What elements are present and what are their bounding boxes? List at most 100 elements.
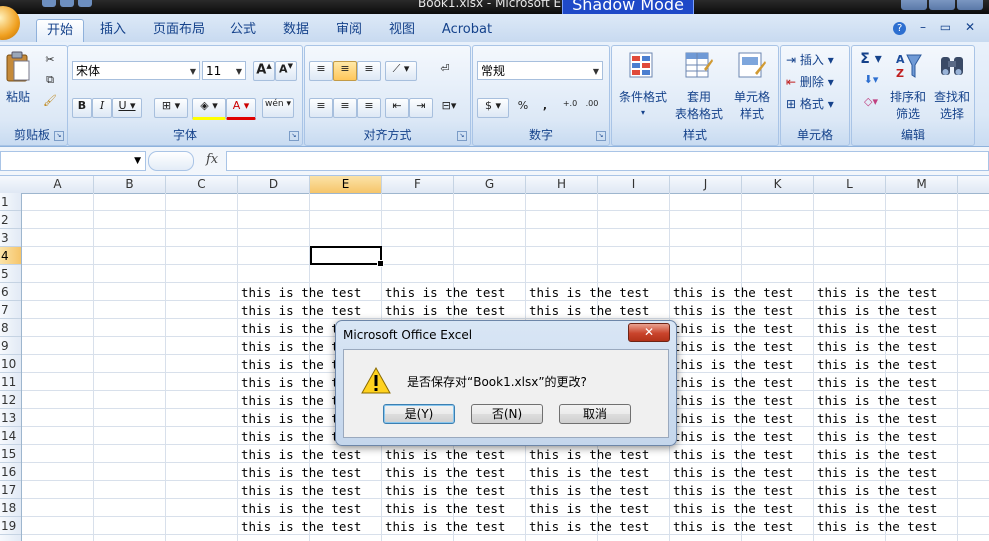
format-as-table-button[interactable]: 套用 表格格式 <box>670 50 728 124</box>
delete-cells-button[interactable]: ⇤ 删除 ▾ <box>785 72 847 92</box>
cut-icon[interactable]: ✂ <box>41 52 59 70</box>
no-button[interactable]: 否(N) <box>471 404 543 424</box>
row-header-11[interactable]: 11 <box>0 373 21 391</box>
row-header-16[interactable]: 16 <box>0 463 21 481</box>
cell-h19[interactable]: this is the test <box>529 518 649 536</box>
column-header-b[interactable]: B <box>94 176 166 193</box>
ribbon-restore-icon[interactable]: ▭ <box>940 20 951 34</box>
cell-h16[interactable]: this is the test <box>529 464 649 482</box>
cell-j7[interactable]: this is the test <box>673 302 793 320</box>
tab-insert[interactable]: 插入 <box>90 19 136 41</box>
minimize-button[interactable] <box>901 0 927 10</box>
cell-j9[interactable]: this is the test <box>673 338 793 356</box>
cell-j13[interactable]: this is the test <box>673 410 793 428</box>
cell-f16[interactable]: this is the test <box>385 464 505 482</box>
ribbon-minimize-icon[interactable]: – <box>920 20 926 34</box>
cell-f6[interactable]: this is the test <box>385 284 505 302</box>
increase-indent-button[interactable]: ⇥ <box>409 98 433 118</box>
cell-styles-button[interactable]: 单元格 样式 <box>728 50 776 124</box>
find-select-button[interactable]: 查找和 选择 <box>930 50 974 124</box>
yes-button[interactable]: 是(Y) <box>383 404 455 424</box>
insert-function-icon[interactable]: fx <box>206 152 218 167</box>
row-header-18[interactable]: 18 <box>0 499 21 517</box>
fill-color-button[interactable]: ◈ ▾ <box>192 98 226 120</box>
cell-f17[interactable]: this is the test <box>385 482 505 500</box>
sort-filter-button[interactable]: A Z 排序和 筛选 <box>886 50 930 124</box>
cell-l11[interactable]: this is the test <box>817 374 937 392</box>
tab-page-layout[interactable]: 页面布局 <box>146 19 212 41</box>
underline-button[interactable]: U ▾ <box>112 98 142 118</box>
column-header-l[interactable]: L <box>814 176 886 193</box>
cell-d15[interactable]: this is the test <box>241 446 361 464</box>
clear-icon[interactable]: ◇▾ <box>856 94 886 114</box>
cell-j15[interactable]: this is the test <box>673 446 793 464</box>
save-icon[interactable] <box>42 0 56 7</box>
alignment-launcher-icon[interactable]: ↘ <box>457 131 467 141</box>
column-header-e[interactable]: E <box>310 176 382 193</box>
format-painter-icon[interactable]: 🖌 <box>41 93 59 111</box>
ribbon-close-icon[interactable]: ✕ <box>965 20 975 34</box>
help-icon[interactable]: ? <box>893 22 907 35</box>
cell-j8[interactable]: this is the test <box>673 320 793 338</box>
cell-j11[interactable]: this is the test <box>673 374 793 392</box>
cell-j18[interactable]: this is the test <box>673 500 793 518</box>
fill-icon[interactable]: ⬇▾ <box>856 72 886 92</box>
row-header-2[interactable]: 2 <box>0 211 21 229</box>
decrease-indent-button[interactable]: ⇤ <box>385 98 409 118</box>
formula-expand-handle[interactable] <box>148 151 194 171</box>
cell-l8[interactable]: this is the test <box>817 320 937 338</box>
formula-input[interactable] <box>226 151 989 171</box>
cell-h18[interactable]: this is the test <box>529 500 649 518</box>
row-header-8[interactable]: 8 <box>0 319 21 337</box>
column-header-j[interactable]: J <box>670 176 742 193</box>
row-header-12[interactable]: 12 <box>0 391 21 409</box>
currency-button[interactable]: $ ▾ <box>477 98 509 118</box>
column-header-m[interactable]: M <box>886 176 958 193</box>
row-header-4[interactable]: 4 <box>0 247 21 265</box>
align-center-button[interactable]: ≡ <box>333 98 357 118</box>
shrink-font-button[interactable]: A▼ <box>275 61 297 81</box>
cell-l10[interactable]: this is the test <box>817 356 937 374</box>
clipboard-launcher-icon[interactable]: ↘ <box>54 131 64 141</box>
row-header-3[interactable]: 3 <box>0 229 21 247</box>
align-left-button[interactable]: ≡ <box>309 98 333 118</box>
increase-decimal-icon[interactable]: +.0 <box>559 98 581 118</box>
font-name-select[interactable]: 宋体 ▼ <box>72 61 200 80</box>
cell-f7[interactable]: this is the test <box>385 302 505 320</box>
align-bottom-button[interactable]: ≡ <box>357 61 381 81</box>
cell-l7[interactable]: this is the test <box>817 302 937 320</box>
cell-l17[interactable]: this is the test <box>817 482 937 500</box>
cell-l19[interactable]: this is the test <box>817 518 937 536</box>
comma-button[interactable]: , <box>535 98 555 118</box>
column-header-h[interactable]: H <box>526 176 598 193</box>
cell-d18[interactable]: this is the test <box>241 500 361 518</box>
cell-f19[interactable]: this is the test <box>385 518 505 536</box>
percent-button[interactable]: % <box>513 98 533 118</box>
align-middle-button[interactable]: ≡ <box>333 61 357 81</box>
dialog-close-button[interactable]: ✕ <box>628 323 670 342</box>
paste-button[interactable]: 粘贴 <box>3 50 33 110</box>
cell-l18[interactable]: this is the test <box>817 500 937 518</box>
row-header-10[interactable]: 10 <box>0 355 21 373</box>
conditional-format-button[interactable]: 条件格式 ▾ <box>616 50 670 124</box>
row-header-14[interactable]: 14 <box>0 427 21 445</box>
cell-l15[interactable]: this is the test <box>817 446 937 464</box>
format-cells-button[interactable]: ⊞ 格式 ▾ <box>785 94 847 114</box>
decrease-decimal-icon[interactable]: .00 <box>581 98 603 118</box>
cell-d17[interactable]: this is the test <box>241 482 361 500</box>
row-header-5[interactable]: 5 <box>0 265 21 283</box>
cell-h17[interactable]: this is the test <box>529 482 649 500</box>
row-header-7[interactable]: 7 <box>0 301 21 319</box>
font-color-button[interactable]: A ▾ <box>226 98 256 120</box>
tab-home[interactable]: 开始 <box>36 19 84 42</box>
close-window-button[interactable] <box>957 0 983 10</box>
row-header-13[interactable]: 13 <box>0 409 21 427</box>
redo-icon[interactable] <box>78 0 92 7</box>
row-header-1[interactable]: 1 <box>0 193 21 211</box>
number-format-select[interactable]: 常规 ▼ <box>477 61 603 80</box>
row-header-15[interactable]: 15 <box>0 445 21 463</box>
cell-h15[interactable]: this is the test <box>529 446 649 464</box>
maximize-button[interactable] <box>929 0 955 10</box>
cell-h6[interactable]: this is the test <box>529 284 649 302</box>
cell-h7[interactable]: this is the test <box>529 302 649 320</box>
